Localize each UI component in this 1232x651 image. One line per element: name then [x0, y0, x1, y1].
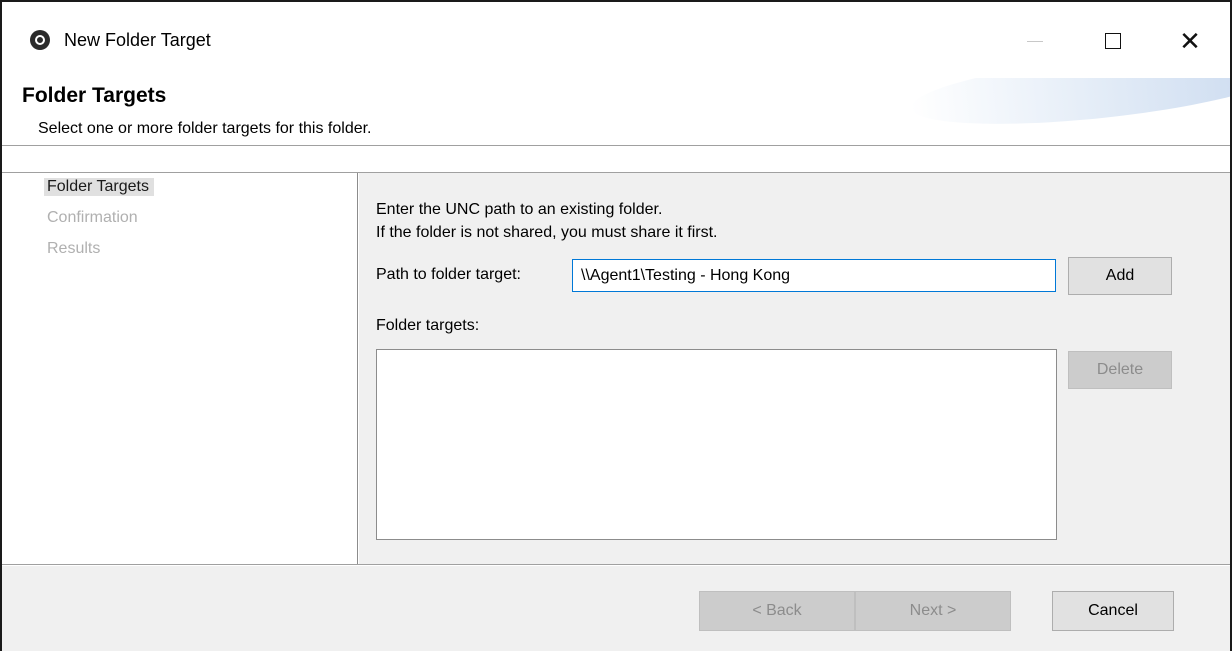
wizard-banner: Folder Targets Select one or more folder… — [2, 78, 1230, 146]
folder-targets-panel: Enter the UNC path to an existing folder… — [359, 173, 1230, 564]
folder-targets-list[interactable] — [376, 349, 1057, 540]
step-folder-targets[interactable]: Folder Targets — [44, 178, 154, 196]
path-input[interactable] — [572, 259, 1056, 292]
instruction-line-1: Enter the UNC path to an existing folder… — [376, 201, 663, 218]
folder-targets-label: Folder targets: — [376, 317, 480, 334]
wizard-content: Folder Targets Confirmation Results Ente… — [2, 172, 1230, 565]
page-description: Select one or more folder targets for th… — [38, 120, 372, 137]
page-title: Folder Targets — [22, 84, 167, 107]
banner-decoration — [907, 78, 1230, 138]
wizard-footer: < Back Next > Cancel — [2, 566, 1230, 651]
back-button[interactable]: < Back — [699, 591, 855, 631]
window-title: New Folder Target — [64, 30, 211, 50]
cancel-button[interactable]: Cancel — [1052, 591, 1174, 631]
app-logo-icon — [30, 30, 50, 50]
wizard-steps-nav: Folder Targets Confirmation Results — [2, 173, 358, 564]
new-folder-target-dialog: New Folder Target ✕ Folder Targets Selec… — [0, 0, 1232, 651]
minimize-button[interactable] — [1012, 16, 1058, 66]
title-bar: New Folder Target ✕ — [2, 2, 1230, 78]
maximize-button[interactable] — [1090, 16, 1136, 66]
maximize-icon — [1105, 33, 1121, 49]
next-button[interactable]: Next > — [855, 591, 1011, 631]
path-label: Path to folder target: — [376, 266, 521, 283]
instruction-line-2: If the folder is not shared, you must sh… — [376, 224, 718, 241]
delete-button[interactable]: Delete — [1068, 351, 1172, 389]
step-confirmation: Confirmation — [47, 209, 138, 226]
close-button[interactable]: ✕ — [1167, 16, 1213, 66]
close-icon: ✕ — [1179, 25, 1201, 56]
step-results: Results — [47, 240, 101, 257]
add-button[interactable]: Add — [1068, 257, 1172, 295]
minimize-icon — [1027, 40, 1043, 42]
